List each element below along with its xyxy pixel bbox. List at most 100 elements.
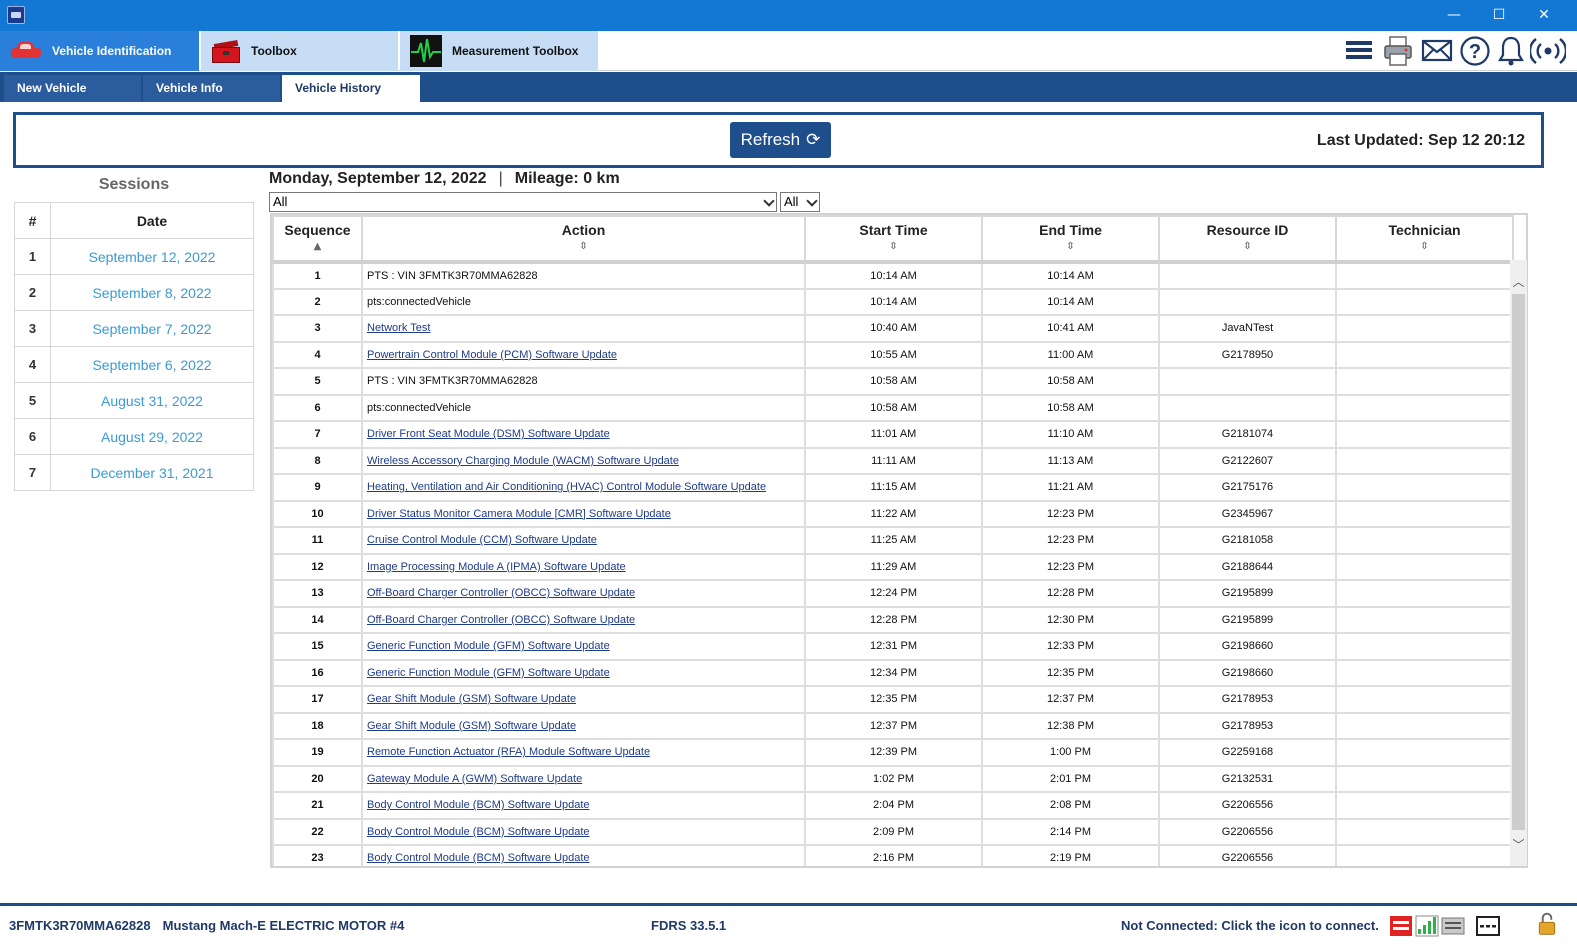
row-end-time: 12:38 PM [981,711,1160,740]
session-row[interactable]: 7 December 31, 2021 [14,454,254,491]
row-sequence: 2 [272,287,363,316]
action-link[interactable]: Heating, Ventilation and Air Conditionin… [361,473,806,502]
action-link[interactable]: Wireless Accessory Charging Module (WACM… [361,446,806,475]
action-link[interactable]: Driver Front Seat Module (DSM) Software … [361,420,806,449]
history-row: 20 Gateway Module A (GWM) Software Update… [272,764,1514,793]
row-start-time: 2:16 PM [804,844,983,866]
action-link[interactable]: Network Test [361,314,806,343]
row-end-time: 10:58 AM [981,393,1160,422]
col-resource-id[interactable]: Resource ID ⇳ [1158,215,1337,263]
history-row: 18 Gear Shift Module (GSM) Software Updat… [272,711,1514,740]
type-filter-select[interactable]: All [780,192,820,212]
close-button[interactable]: ✕ [1521,0,1567,31]
tab-vehicle-info[interactable]: Vehicle Info [143,75,280,102]
action-link[interactable]: Off-Board Charger Controller (OBCC) Soft… [361,579,806,608]
maximize-button[interactable]: ☐ [1476,0,1522,31]
sort-icon: ⇳ [1243,241,1252,252]
action-text: pts:connectedVehicle [361,287,806,316]
col-end-time[interactable]: End Time ⇳ [981,215,1160,263]
tab-measurement-toolbox[interactable]: Measurement Toolbox [400,31,598,71]
action-link[interactable]: Generic Function Module (GFM) Software U… [361,632,806,661]
network-card-icon[interactable] [1441,914,1465,938]
action-link[interactable]: Body Control Module (BCM) Software Updat… [361,844,806,866]
session-row[interactable]: 3 September 7, 2022 [14,310,254,347]
row-resource-id [1158,367,1337,396]
minimize-button[interactable]: — [1431,0,1477,31]
tab-label: Toolbox [251,44,297,58]
mail-icon[interactable] [1421,35,1453,65]
action-link[interactable]: Body Control Module (BCM) Software Updat… [361,791,806,820]
action-link[interactable]: Driver Status Monitor Camera Module [CMR… [361,499,806,528]
history-row: 2 pts:connectedVehicle 10:14 AM 10:14 AM [272,287,1514,316]
broadcast-icon[interactable] [1530,35,1566,67]
action-link[interactable]: Gear Shift Module (GSM) Software Update [361,711,806,740]
row-sequence: 19 [272,738,363,767]
row-technician [1335,340,1514,369]
action-link[interactable]: Powertrain Control Module (PCM) Software… [361,340,806,369]
action-link[interactable]: Remote Function Actuator (RFA) Module So… [361,738,806,767]
session-row[interactable]: 2 September 8, 2022 [14,274,254,311]
dashes-icon[interactable] [1476,914,1500,938]
session-row[interactable]: 4 September 6, 2022 [14,346,254,383]
row-start-time: 2:09 PM [804,817,983,846]
session-date[interactable]: August 31, 2022 [50,382,254,419]
action-link[interactable]: Body Control Module (BCM) Software Updat… [361,817,806,846]
lock-icon[interactable] [1535,912,1559,936]
session-date[interactable]: September 6, 2022 [50,346,254,383]
history-row: 17 Gear Shift Module (GSM) Software Updat… [272,685,1514,714]
type-filter-value: All [784,194,799,209]
col-sequence[interactable]: Sequence ▲ [272,215,363,263]
toolbox-icon [211,38,241,64]
scroll-up-icon[interactable]: ︿ [1510,272,1527,292]
session-row[interactable]: 1 September 12, 2022 [14,238,254,275]
history-scrollbar[interactable]: ︿ ﹀ [1510,260,1527,866]
action-text: pts:connectedVehicle [361,393,806,422]
tab-toolbox[interactable]: Toolbox [201,31,398,71]
vci-icon[interactable] [1389,914,1413,938]
signal-icon[interactable] [1415,914,1439,938]
session-row[interactable]: 6 August 29, 2022 [14,418,254,455]
vehicle-summary: 3FMTK3R70MMA62828 Mustang Mach-E ELECTRIC… [9,918,404,933]
col-start-time[interactable]: Start Time ⇳ [804,215,983,263]
scroll-thumb[interactable] [1512,294,1525,830]
tab-new-vehicle[interactable]: New Vehicle [4,75,141,102]
chevron-down-icon [806,195,818,207]
action-link[interactable]: Gateway Module A (GWM) Software Update [361,764,806,793]
scroll-down-icon[interactable]: ﹀ [1510,835,1527,855]
row-start-time: 12:31 PM [804,632,983,661]
session-date[interactable]: September 7, 2022 [50,310,254,347]
col-action[interactable]: Action ⇳ [361,215,806,263]
bell-icon[interactable] [1497,35,1525,67]
row-sequence: 13 [272,579,363,608]
history-table: Sequence ▲ Action ⇳ Start Time ⇳ End Time ⇳ … [272,215,1514,866]
tab-vehicle-identification[interactable]: Vehicle Identification [0,31,199,71]
col-technician[interactable]: Technician ⇳ [1335,215,1514,263]
app-icon [7,6,25,24]
action-link[interactable]: Cruise Control Module (CCM) Software Upd… [361,526,806,555]
action-filter-value: All [273,194,288,209]
row-technician [1335,499,1514,528]
action-link[interactable]: Generic Function Module (GFM) Software U… [361,658,806,687]
row-resource-id: JavaNTest [1158,314,1337,343]
session-row[interactable]: 5 August 31, 2022 [14,382,254,419]
row-technician [1335,552,1514,581]
action-link[interactable]: Off-Board Charger Controller (OBCC) Soft… [361,605,806,634]
session-date[interactable]: September 8, 2022 [50,274,254,311]
printer-icon[interactable] [1382,35,1414,67]
session-date[interactable]: September 12, 2022 [50,238,254,275]
action-filter-select[interactable]: All [269,192,777,212]
help-icon[interactable]: ? [1459,35,1491,67]
row-end-time: 11:21 AM [981,473,1160,502]
session-date[interactable]: August 29, 2022 [50,418,254,455]
row-start-time: 11:11 AM [804,446,983,475]
session-date[interactable]: December 31, 2021 [50,454,254,491]
row-resource-id: G2122607 [1158,446,1337,475]
action-link[interactable]: Gear Shift Module (GSM) Software Update [361,685,806,714]
action-link[interactable]: Image Processing Module A (IPMA) Softwar… [361,552,806,581]
menu-icon[interactable] [1344,35,1374,65]
row-resource-id: G2132531 [1158,764,1337,793]
history-date: Monday, September 12, 2022 [269,170,487,187]
tab-vehicle-history[interactable]: Vehicle History [282,75,420,102]
refresh-button[interactable]: Refresh ⟳ [730,122,831,158]
history-header: Monday, September 12, 2022 | Mileage: 0 km [269,170,620,188]
